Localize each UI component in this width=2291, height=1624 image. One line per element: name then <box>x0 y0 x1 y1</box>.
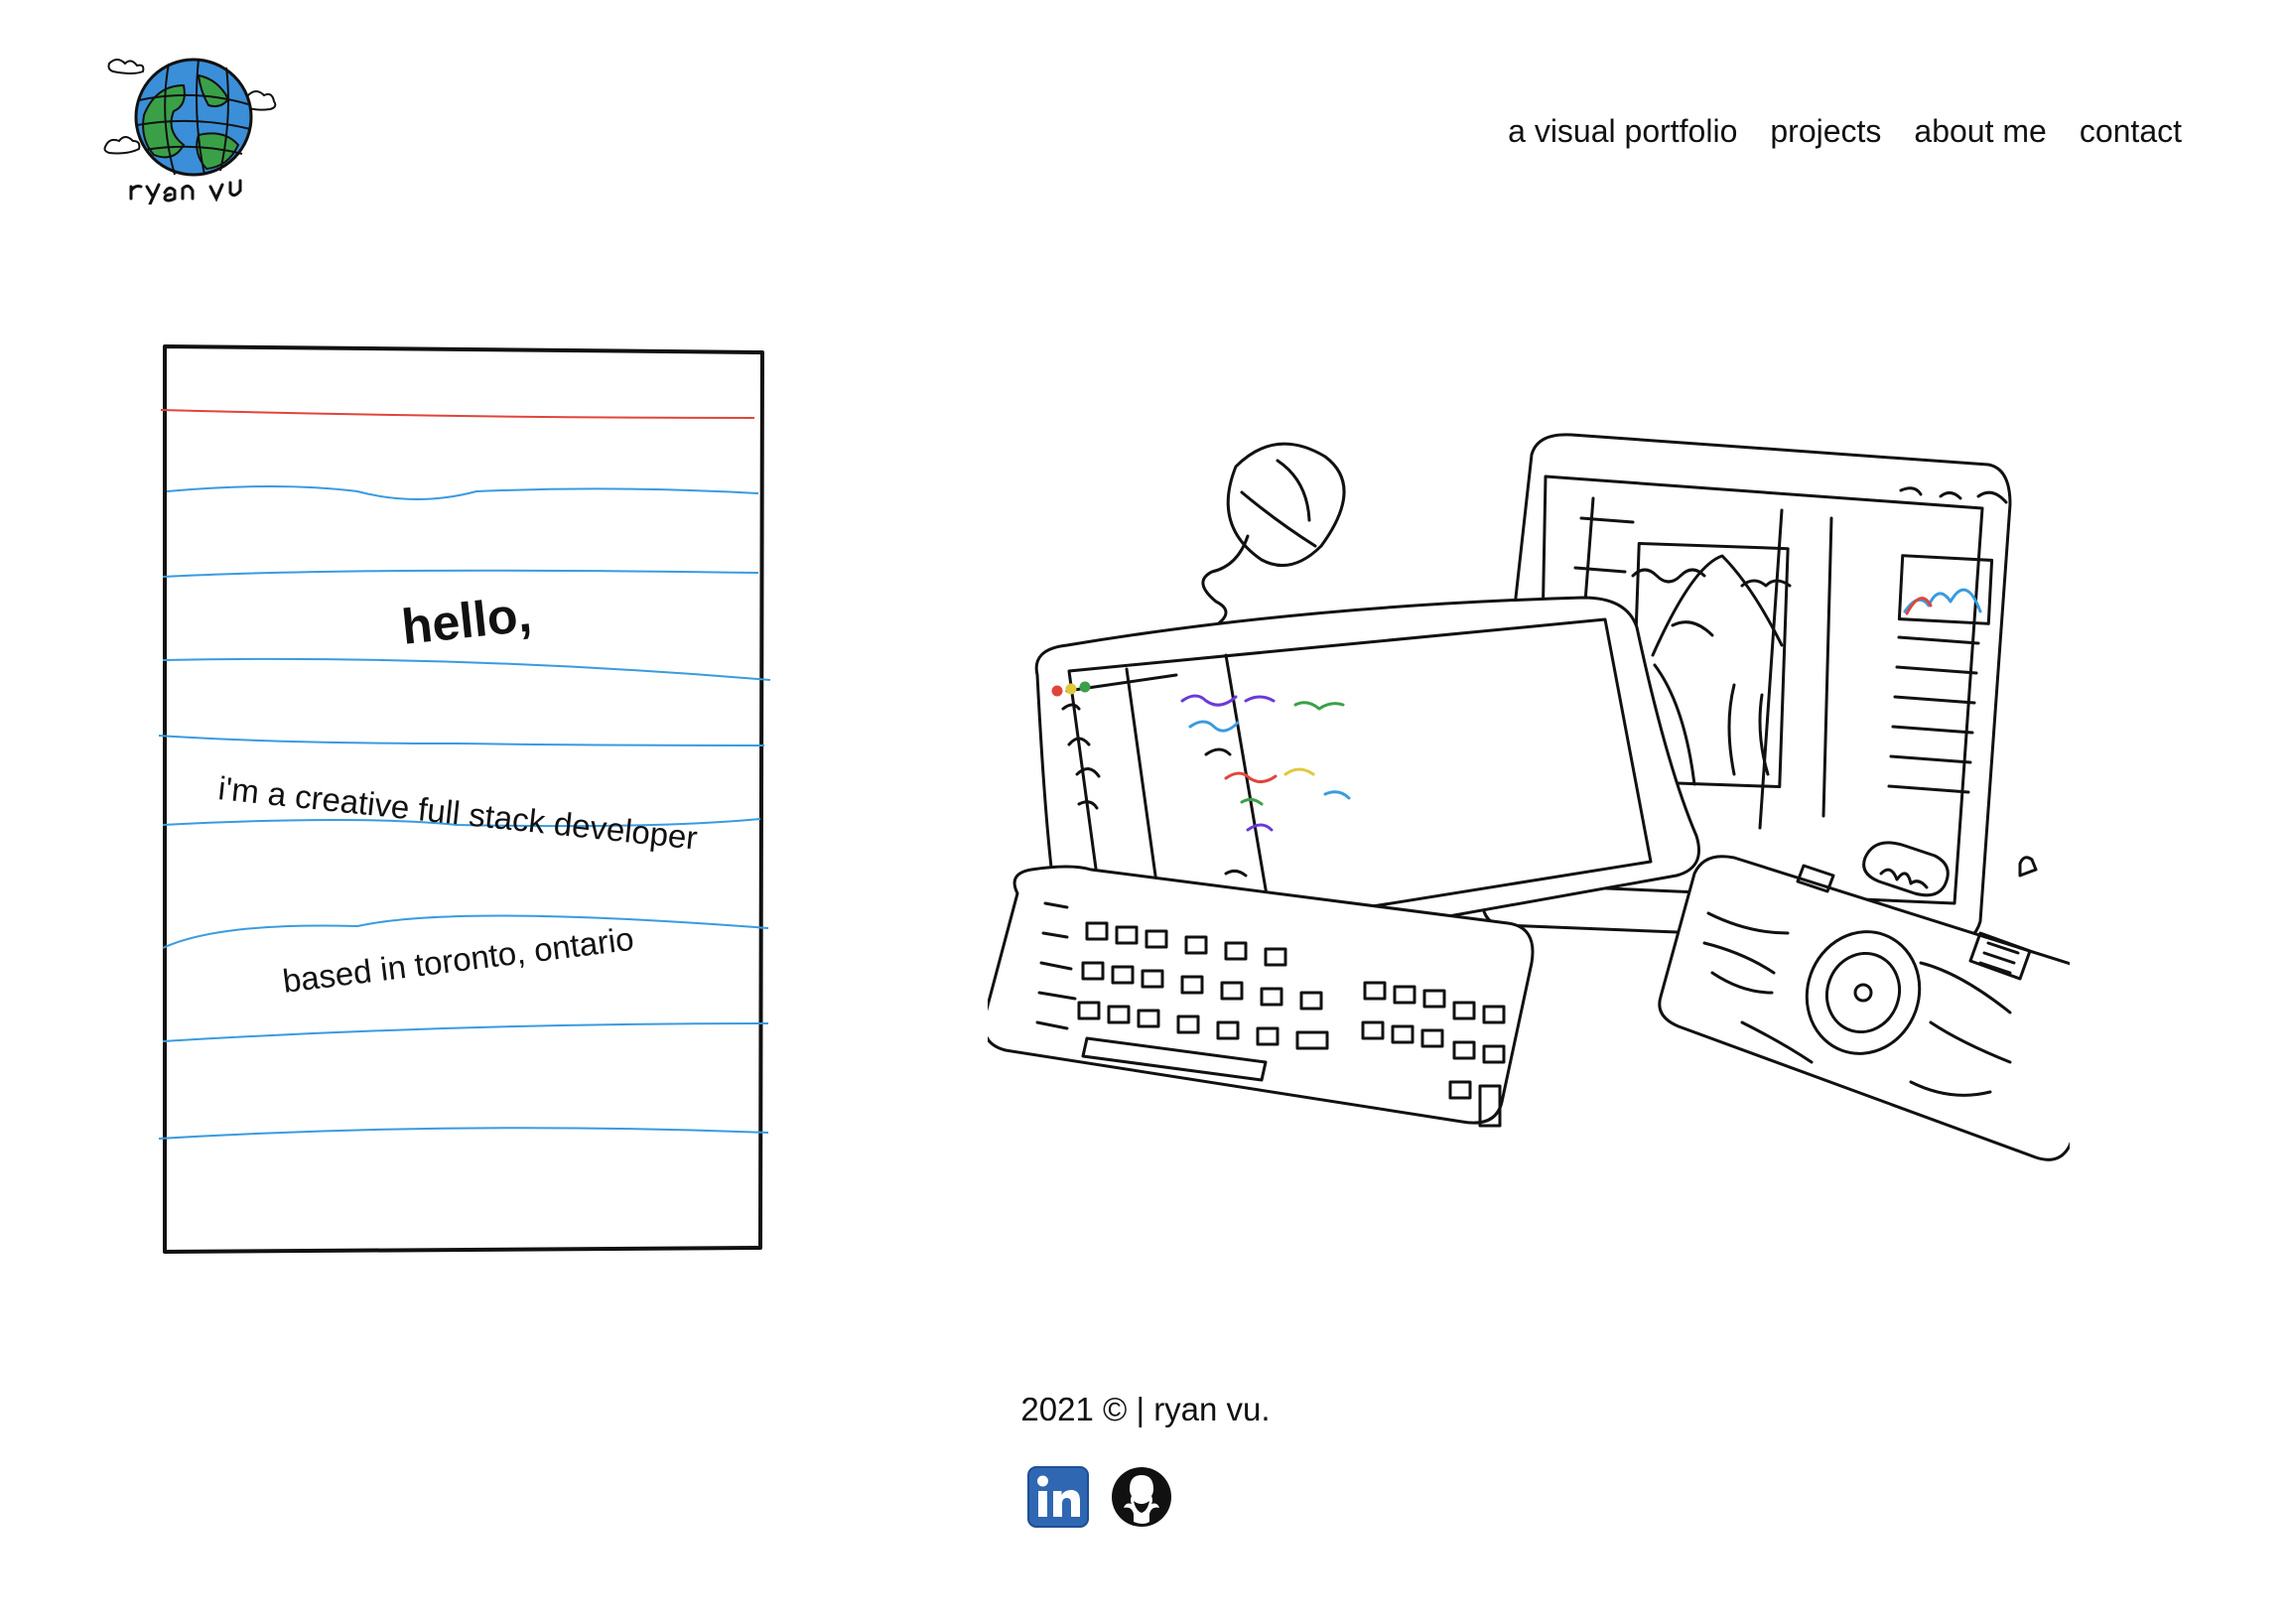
workspace-drawing <box>988 433 2070 1161</box>
linkedin-link[interactable] <box>1026 1465 1090 1529</box>
nav-link-projects[interactable]: projects <box>1770 111 1881 151</box>
logo[interactable] <box>99 56 288 204</box>
github-link[interactable] <box>1110 1465 1173 1529</box>
linkedin-icon <box>1027 1466 1089 1528</box>
nav-link-contact[interactable]: contact <box>2080 111 2182 151</box>
notebook-card: hello, i'm a creative full stack develop… <box>159 342 774 1256</box>
copyright-text: 2021 © | ryan vu. <box>1020 1391 1271 1427</box>
nav-link-about-me[interactable]: about me <box>1914 111 2046 151</box>
nav-link-visual-portfolio[interactable]: a visual portfolio <box>1508 111 1737 151</box>
globe-logo-icon <box>103 58 277 204</box>
main-nav: a visual portfolio projects about me con… <box>1508 111 2182 151</box>
social-links <box>1026 1465 1173 1529</box>
github-icon <box>1112 1467 1171 1527</box>
desk-illustration <box>988 407 2070 1181</box>
